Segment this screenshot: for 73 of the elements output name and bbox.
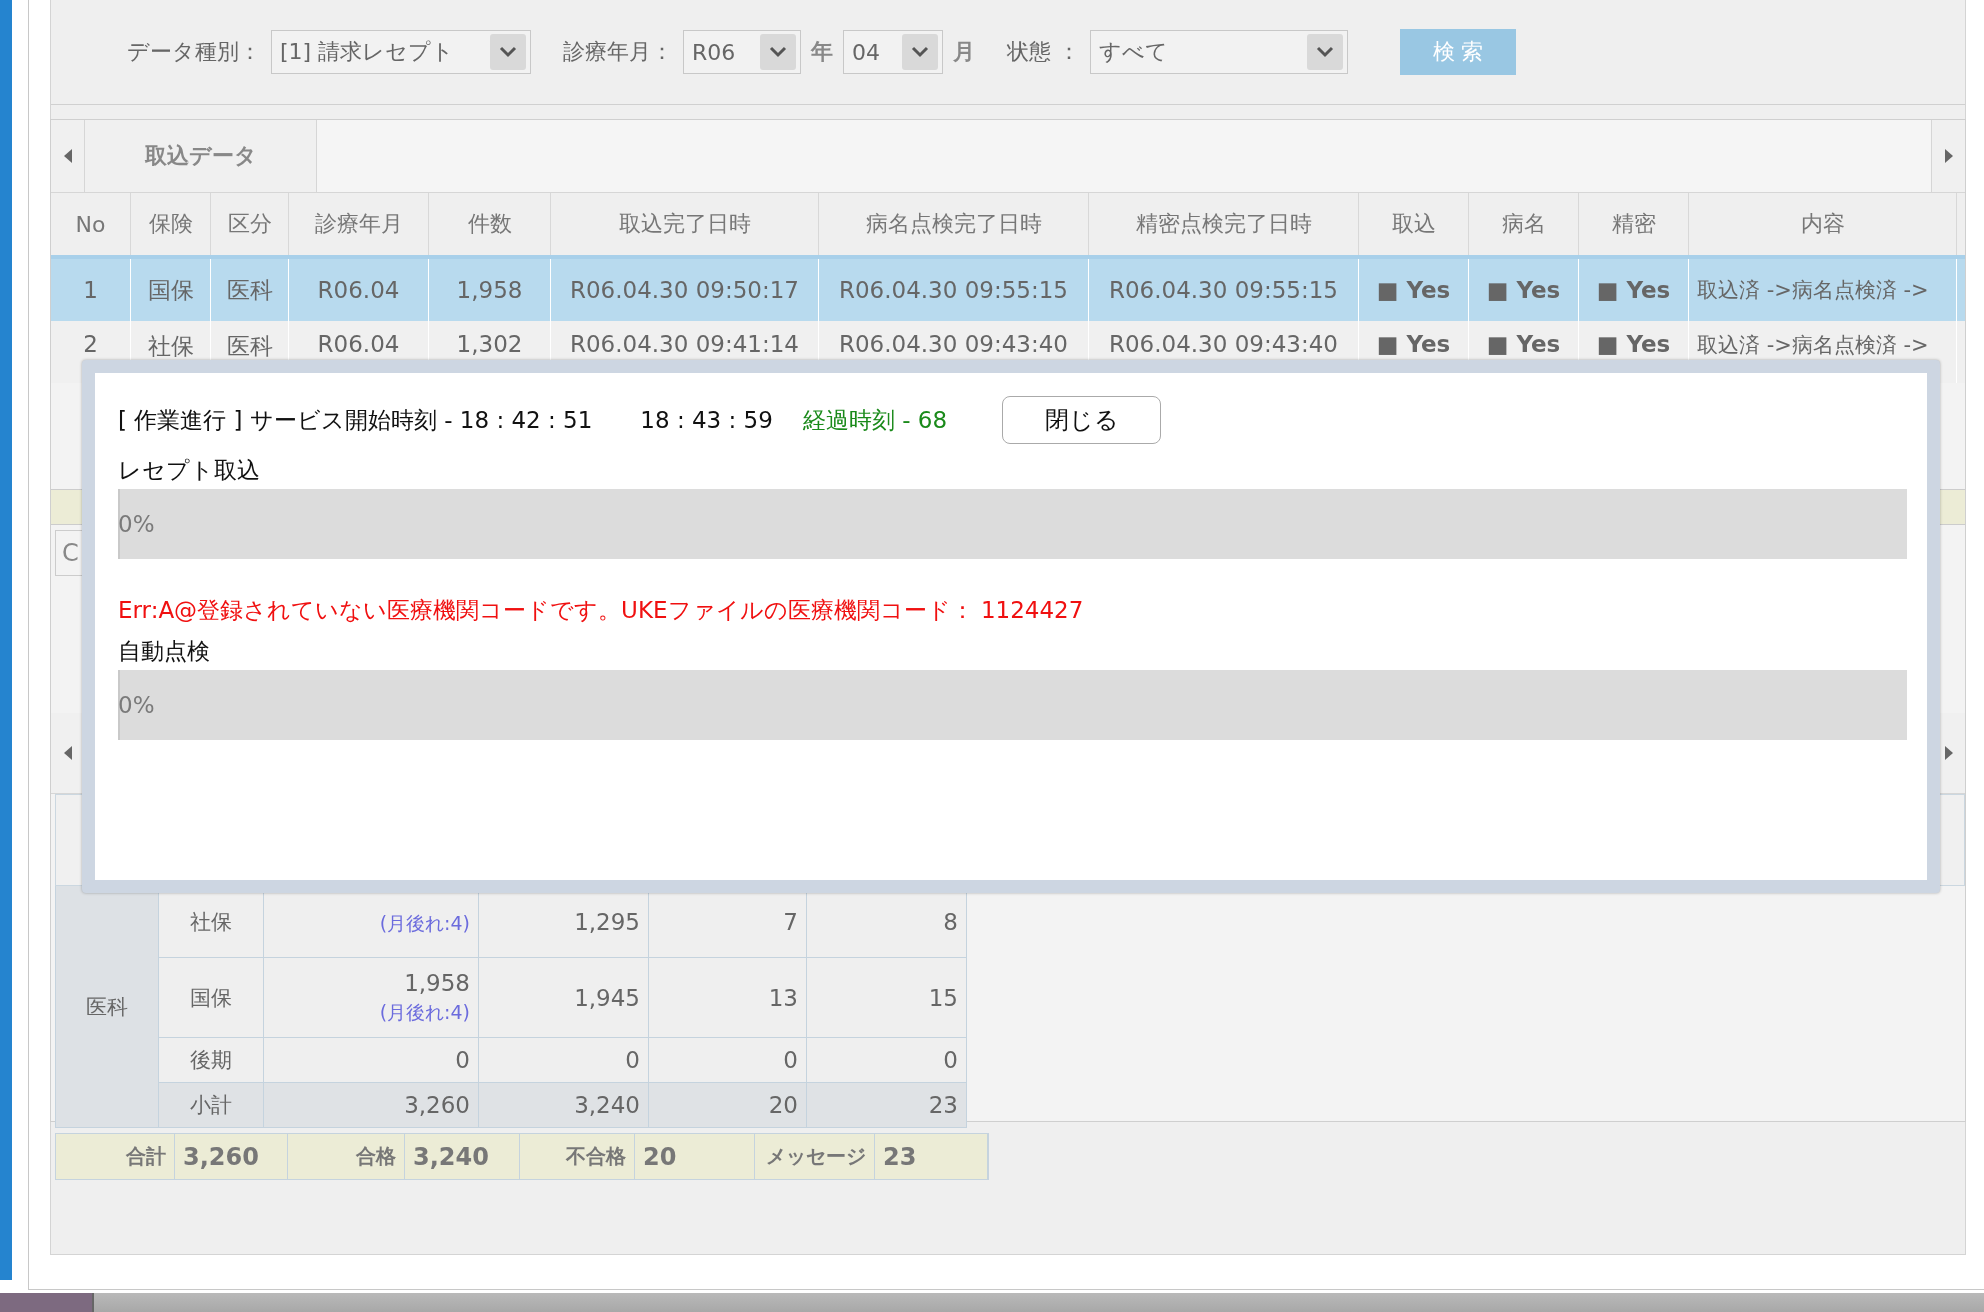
column-header: 精密 (1579, 193, 1689, 255)
start-time-text: [ 作業進行 ] サービス開始時刻 - 18 : 42 : 51 (118, 405, 593, 435)
cell-value: 1,295 (574, 908, 640, 935)
column-header: 病名 (1469, 193, 1579, 255)
filter-label: 診療年月： (563, 38, 673, 66)
table-row[interactable]: 1 国保 医科 R06.04 1,958 R06.04.30 09:50:17 R06.04.30 09:55:15 R06.04.30 09:55:15 ■ Yes ■ Yes ■ Yes 取込済 ->病名点検済 -> (51, 259, 1965, 321)
progress-percent: 0% (118, 511, 155, 537)
total-value: 20 (635, 1134, 755, 1179)
filter-label: 状態 ： (1007, 38, 1080, 66)
chevron-down-icon (490, 34, 526, 70)
column-header: 精密点検完了日時 (1089, 193, 1359, 255)
cell-value: 15 (928, 984, 958, 1011)
cell-value: 1,958 (404, 969, 470, 996)
column-header: No (51, 193, 131, 255)
tab[interactable]: 取込データ (85, 120, 317, 192)
total-value: 3,260 (175, 1134, 288, 1179)
cell-value: 3,240 (574, 1092, 640, 1118)
right-arrow-icon (1944, 149, 1953, 163)
cell-value: 0 (455, 1047, 470, 1073)
row-label: 国保 (159, 958, 264, 1038)
left-arrow-icon (63, 746, 72, 760)
total-label: 不合格 (520, 1134, 635, 1179)
total-value: 23 (875, 1134, 988, 1179)
chevron-down-icon (760, 34, 796, 70)
chevron-down-icon (1307, 34, 1343, 70)
current-time: 18 : 43 : 59 (640, 407, 773, 433)
progress-percent: 0% (118, 692, 155, 718)
column-header: 保険 (131, 193, 211, 255)
group-cell: 医科 (56, 886, 159, 1128)
cell-value: 7 (783, 908, 798, 935)
close-button[interactable]: 閉じる (1002, 396, 1162, 444)
column-header: 取込完了日時 (551, 193, 819, 255)
column-header: 区分 (211, 193, 289, 255)
chevron-down-icon (902, 34, 938, 70)
section-label: 自動点検 (118, 637, 211, 666)
total-label: 合格 (288, 1134, 405, 1179)
right-arrow-icon (1944, 746, 1953, 760)
column-header: 診療年月 (289, 193, 429, 255)
cell-value: 3,260 (404, 1092, 470, 1118)
row-label: 後期 (159, 1038, 264, 1083)
cell-value: 20 (768, 1092, 798, 1118)
column-header: 取込 (1359, 193, 1469, 255)
left-arrow-icon (63, 149, 72, 163)
cell-value: 23 (928, 1092, 958, 1118)
row-label: 小計 (159, 1083, 264, 1128)
cell-value: 1,945 (574, 984, 640, 1011)
scroll-right-button[interactable] (1931, 120, 1965, 192)
cell-value: 8 (943, 908, 958, 935)
column-header: 病名点検完了日時 (819, 193, 1089, 255)
select-field[interactable]: R06 (683, 30, 801, 74)
cell-value: 0 (783, 1047, 798, 1073)
taskbar-item[interactable] (0, 1293, 94, 1312)
cell-value: 0 (625, 1047, 640, 1073)
filter-label: データ種別： (127, 38, 261, 66)
select-field[interactable]: 04 (843, 30, 943, 74)
select-field[interactable]: [1] 請求レセプト (271, 30, 531, 74)
total-label: 合計 (56, 1134, 175, 1179)
scroll-left-button[interactable] (51, 713, 85, 793)
unit-label: 年 (811, 38, 833, 66)
late-note: (月後れ:4) (379, 910, 470, 936)
error-message: Err:A@登録されていない医療機関コードです。UKEファイルの医療機関コード： 1124427 (118, 596, 1085, 625)
column-header: 件数 (429, 193, 551, 255)
cell-value: 0 (943, 1047, 958, 1073)
unit-label: 月 (953, 38, 975, 66)
section-label: レセプト取込 (118, 456, 261, 485)
column-header: 内容 (1689, 193, 1957, 255)
scroll-left-button[interactable] (51, 120, 85, 192)
cell-value: 13 (768, 984, 798, 1011)
select-field[interactable]: すべて (1090, 30, 1348, 74)
elapsed-time: 経過時刻 - 68 (802, 405, 948, 435)
late-note: (月後れ:4) (379, 999, 470, 1025)
total-value: 3,240 (405, 1134, 520, 1179)
total-label: メッセージ (755, 1134, 875, 1179)
